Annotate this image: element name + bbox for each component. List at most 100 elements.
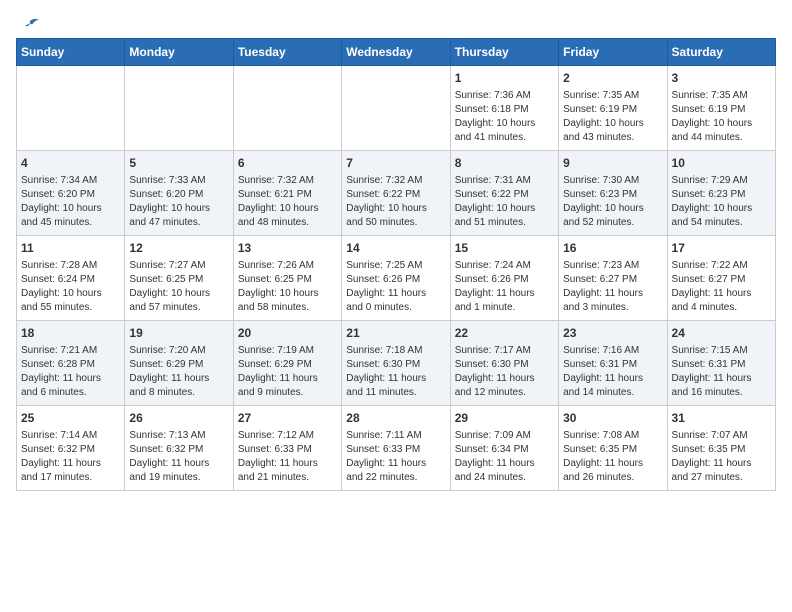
calendar-cell: 31 Sunrise: 7:07 AM Sunset: 6:35 PM Dayli…	[667, 406, 775, 491]
calendar-cell	[17, 66, 125, 151]
day-number: 25	[21, 410, 120, 427]
day-number: 30	[563, 410, 662, 427]
day-info: Sunrise: 7:21 AM Sunset: 6:28 PM Dayligh…	[21, 344, 120, 400]
day-info: Sunrise: 7:07 AM Sunset: 6:35 PM Dayligh…	[672, 429, 771, 485]
calendar-cell: 8 Sunrise: 7:31 AM Sunset: 6:22 PM Daylig…	[450, 151, 558, 236]
calendar-week-3: 11 Sunrise: 7:28 AM Sunset: 6:24 PM Dayli…	[17, 236, 776, 321]
calendar-cell: 19 Sunrise: 7:20 AM Sunset: 6:29 PM Dayli…	[125, 321, 233, 406]
day-number: 15	[455, 240, 554, 257]
day-number: 4	[21, 155, 120, 172]
col-header-thursday: Thursday	[450, 39, 558, 66]
calendar-cell: 15 Sunrise: 7:24 AM Sunset: 6:26 PM Dayli…	[450, 236, 558, 321]
day-info: Sunrise: 7:19 AM Sunset: 6:29 PM Dayligh…	[238, 344, 337, 400]
day-number: 3	[672, 70, 771, 87]
calendar-cell: 18 Sunrise: 7:21 AM Sunset: 6:28 PM Dayli…	[17, 321, 125, 406]
day-info: Sunrise: 7:31 AM Sunset: 6:22 PM Dayligh…	[455, 174, 554, 230]
calendar-cell: 2 Sunrise: 7:35 AM Sunset: 6:19 PM Daylig…	[559, 66, 667, 151]
day-info: Sunrise: 7:33 AM Sunset: 6:20 PM Dayligh…	[129, 174, 228, 230]
day-number: 26	[129, 410, 228, 427]
day-info: Sunrise: 7:35 AM Sunset: 6:19 PM Dayligh…	[672, 89, 771, 145]
col-header-wednesday: Wednesday	[342, 39, 450, 66]
day-number: 22	[455, 325, 554, 342]
day-info: Sunrise: 7:25 AM Sunset: 6:26 PM Dayligh…	[346, 259, 445, 315]
calendar-cell: 4 Sunrise: 7:34 AM Sunset: 6:20 PM Daylig…	[17, 151, 125, 236]
calendar-cell: 17 Sunrise: 7:22 AM Sunset: 6:27 PM Dayli…	[667, 236, 775, 321]
day-info: Sunrise: 7:13 AM Sunset: 6:32 PM Dayligh…	[129, 429, 228, 485]
col-header-monday: Monday	[125, 39, 233, 66]
calendar-cell	[342, 66, 450, 151]
day-info: Sunrise: 7:27 AM Sunset: 6:25 PM Dayligh…	[129, 259, 228, 315]
day-info: Sunrise: 7:26 AM Sunset: 6:25 PM Dayligh…	[238, 259, 337, 315]
calendar-cell: 23 Sunrise: 7:16 AM Sunset: 6:31 PM Dayli…	[559, 321, 667, 406]
day-info: Sunrise: 7:32 AM Sunset: 6:21 PM Dayligh…	[238, 174, 337, 230]
day-number: 23	[563, 325, 662, 342]
day-number: 7	[346, 155, 445, 172]
day-info: Sunrise: 7:22 AM Sunset: 6:27 PM Dayligh…	[672, 259, 771, 315]
calendar-header: SundayMondayTuesdayWednesdayThursdayFrid…	[17, 39, 776, 66]
day-number: 12	[129, 240, 228, 257]
calendar-cell: 27Sunrise: 7:12 AM Sunset: 6:33 PM Dayli…	[233, 406, 341, 491]
day-info: Sunrise: 7:16 AM Sunset: 6:31 PM Dayligh…	[563, 344, 662, 400]
day-number: 16	[563, 240, 662, 257]
day-number: 14	[346, 240, 445, 257]
calendar-week-1: 1 Sunrise: 7:36 AM Sunset: 6:18 PM Daylig…	[17, 66, 776, 151]
day-number: 28	[346, 410, 445, 427]
day-number: 2	[563, 70, 662, 87]
day-number: 18	[21, 325, 120, 342]
calendar-cell: 13 Sunrise: 7:26 AM Sunset: 6:25 PM Dayli…	[233, 236, 341, 321]
day-info: Sunrise: 7:14 AM Sunset: 6:32 PM Dayligh…	[21, 429, 120, 485]
calendar-cell	[125, 66, 233, 151]
day-info: Sunrise: 7:09 AM Sunset: 6:34 PM Dayligh…	[455, 429, 554, 485]
day-info: Sunrise: 7:17 AM Sunset: 6:30 PM Dayligh…	[455, 344, 554, 400]
calendar-cell: 14 Sunrise: 7:25 AM Sunset: 6:26 PM Dayli…	[342, 236, 450, 321]
col-header-sunday: Sunday	[17, 39, 125, 66]
col-header-tuesday: Tuesday	[233, 39, 341, 66]
day-info: Sunrise: 7:29 AM Sunset: 6:23 PM Dayligh…	[672, 174, 771, 230]
calendar-cell: 5 Sunrise: 7:33 AM Sunset: 6:20 PM Daylig…	[125, 151, 233, 236]
calendar-cell: 16 Sunrise: 7:23 AM Sunset: 6:27 PM Dayli…	[559, 236, 667, 321]
col-header-friday: Friday	[559, 39, 667, 66]
day-info: Sunrise: 7:20 AM Sunset: 6:29 PM Dayligh…	[129, 344, 228, 400]
day-number: 1	[455, 70, 554, 87]
day-number: 11	[21, 240, 120, 257]
day-number: 24	[672, 325, 771, 342]
calendar-cell: 25 Sunrise: 7:14 AM Sunset: 6:32 PM Dayli…	[17, 406, 125, 491]
day-number: 31	[672, 410, 771, 427]
day-number: 19	[129, 325, 228, 342]
day-number: 29	[455, 410, 554, 427]
day-info: Sunrise: 7:23 AM Sunset: 6:27 PM Dayligh…	[563, 259, 662, 315]
calendar-cell: 22 Sunrise: 7:17 AM Sunset: 6:30 PM Dayli…	[450, 321, 558, 406]
day-number: 17	[672, 240, 771, 257]
calendar-cell: 10 Sunrise: 7:29 AM Sunset: 6:23 PM Dayli…	[667, 151, 775, 236]
day-number: 8	[455, 155, 554, 172]
calendar-cell: 6 Sunrise: 7:32 AM Sunset: 6:21 PM Daylig…	[233, 151, 341, 236]
day-info: Sunrise: 7:28 AM Sunset: 6:24 PM Dayligh…	[21, 259, 120, 315]
day-number: 21	[346, 325, 445, 342]
day-info: Sunrise: 7:15 AM Sunset: 6:31 PM Dayligh…	[672, 344, 771, 400]
calendar-cell: 28Sunrise: 7:11 AM Sunset: 6:33 PM Dayli…	[342, 406, 450, 491]
day-info: Sunrise: 7:24 AM Sunset: 6:26 PM Dayligh…	[455, 259, 554, 315]
calendar-cell: 20 Sunrise: 7:19 AM Sunset: 6:29 PM Dayli…	[233, 321, 341, 406]
day-number: 6	[238, 155, 337, 172]
calendar-cell: 9Sunrise: 7:30 AM Sunset: 6:23 PM Daylig…	[559, 151, 667, 236]
day-info: Sunrise: 7:12 AM Sunset: 6:33 PM Dayligh…	[238, 429, 337, 485]
calendar-cell: 3 Sunrise: 7:35 AM Sunset: 6:19 PM Daylig…	[667, 66, 775, 151]
logo	[16, 16, 40, 28]
day-number: 20	[238, 325, 337, 342]
calendar-cell: 29 Sunrise: 7:09 AM Sunset: 6:34 PM Dayli…	[450, 406, 558, 491]
day-info: Sunrise: 7:30 AM Sunset: 6:23 PM Dayligh…	[563, 174, 662, 230]
calendar-cell: 1 Sunrise: 7:36 AM Sunset: 6:18 PM Daylig…	[450, 66, 558, 151]
day-info: Sunrise: 7:32 AM Sunset: 6:22 PM Dayligh…	[346, 174, 445, 230]
day-number: 5	[129, 155, 228, 172]
day-info: Sunrise: 7:34 AM Sunset: 6:20 PM Dayligh…	[21, 174, 120, 230]
calendar-body: 1 Sunrise: 7:36 AM Sunset: 6:18 PM Daylig…	[17, 66, 776, 491]
calendar-cell: 26 Sunrise: 7:13 AM Sunset: 6:32 PM Dayli…	[125, 406, 233, 491]
calendar-cell: 24 Sunrise: 7:15 AM Sunset: 6:31 PM Dayli…	[667, 321, 775, 406]
day-info: Sunrise: 7:08 AM Sunset: 6:35 PM Dayligh…	[563, 429, 662, 485]
calendar-cell: 11 Sunrise: 7:28 AM Sunset: 6:24 PM Dayli…	[17, 236, 125, 321]
calendar-week-2: 4 Sunrise: 7:34 AM Sunset: 6:20 PM Daylig…	[17, 151, 776, 236]
day-info: Sunrise: 7:35 AM Sunset: 6:19 PM Dayligh…	[563, 89, 662, 145]
day-info: Sunrise: 7:36 AM Sunset: 6:18 PM Dayligh…	[455, 89, 554, 145]
day-number: 13	[238, 240, 337, 257]
day-number: 10	[672, 155, 771, 172]
